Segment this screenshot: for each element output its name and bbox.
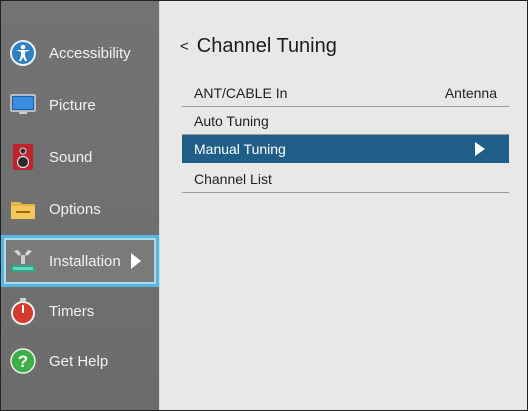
sidebar-item-label: Accessibility bbox=[49, 44, 131, 62]
sidebar: Accessibility Picture Sound Options Inst… bbox=[1, 1, 159, 410]
options-icon bbox=[9, 195, 37, 223]
svg-text:?: ? bbox=[18, 352, 28, 371]
timer-icon bbox=[9, 297, 37, 325]
menu-row-label: ANT/CABLE In bbox=[194, 84, 288, 101]
menu-row-label: Auto Tuning bbox=[194, 112, 269, 129]
sidebar-item-picture[interactable]: Picture bbox=[9, 83, 159, 127]
chevron-right-icon bbox=[130, 253, 141, 269]
menu-row-ant-cable-in[interactable]: ANT/CABLE In Antenna bbox=[182, 79, 509, 107]
sidebar-item-options[interactable]: Options bbox=[9, 187, 159, 231]
sidebar-item-label: Picture bbox=[49, 96, 96, 114]
help-icon: ? bbox=[9, 347, 37, 375]
menu-row-label: Channel List bbox=[194, 170, 272, 187]
menu-row-channel-list[interactable]: Channel List bbox=[182, 165, 509, 193]
menu-row-value: Antenna bbox=[444, 84, 497, 101]
menu-row-manual-tuning[interactable]: Manual Tuning bbox=[182, 135, 509, 163]
sidebar-item-label: Timers bbox=[49, 302, 95, 320]
sidebar-item-label: Get Help bbox=[49, 352, 109, 370]
menu-row-label: Manual Tuning bbox=[194, 140, 286, 157]
sidebar-item-get-help[interactable]: ? Get Help bbox=[9, 339, 159, 383]
menu-row-auto-tuning[interactable]: Auto Tuning bbox=[182, 107, 509, 135]
speaker-icon bbox=[9, 143, 37, 171]
sidebar-item-label: Options bbox=[49, 200, 101, 218]
sidebar-item-accessibility[interactable]: Accessibility bbox=[9, 31, 159, 75]
sidebar-item-label: Installation bbox=[49, 252, 121, 270]
back-icon[interactable]: < bbox=[180, 38, 189, 55]
accessibility-icon bbox=[9, 39, 37, 67]
sidebar-item-timers[interactable]: Timers bbox=[9, 289, 159, 333]
page-title: < Channel Tuning bbox=[180, 35, 337, 58]
sidebar-item-label: Sound bbox=[49, 148, 93, 166]
installation-icon bbox=[9, 247, 37, 275]
chevron-right-icon bbox=[475, 141, 485, 156]
page-title-text: Channel Tuning bbox=[196, 35, 337, 57]
channel-tuning-panel: < Channel Tuning ANT/CABLE In Antenna Au… bbox=[160, 1, 527, 410]
sidebar-item-sound[interactable]: Sound bbox=[9, 135, 159, 179]
tv-menu-screen: Accessibility Picture Sound Options Inst… bbox=[0, 0, 528, 411]
sidebar-item-installation[interactable]: Installation bbox=[1, 235, 159, 287]
picture-icon bbox=[9, 91, 37, 119]
